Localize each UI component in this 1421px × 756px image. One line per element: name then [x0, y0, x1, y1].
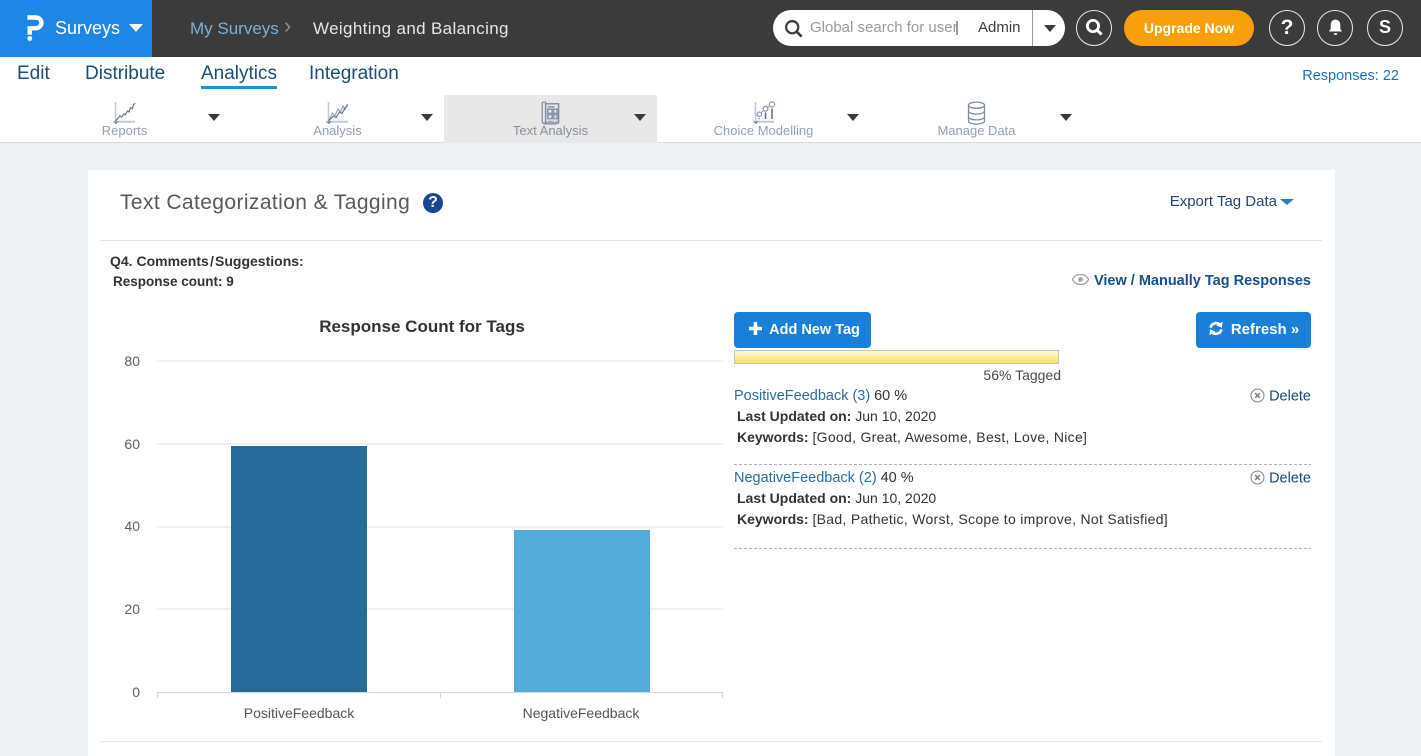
svg-text:Response Count for Tags: Response Count for Tags — [319, 317, 525, 336]
svg-text:20: 20 — [124, 601, 140, 617]
svg-text:NegativeFeedback: NegativeFeedback — [523, 705, 641, 721]
svg-text:60: 60 — [124, 436, 140, 452]
svg-text:0: 0 — [132, 684, 140, 700]
svg-text:80: 80 — [124, 353, 140, 369]
svg-text:PositiveFeedback: PositiveFeedback — [244, 705, 356, 721]
svg-text:40: 40 — [124, 518, 140, 534]
